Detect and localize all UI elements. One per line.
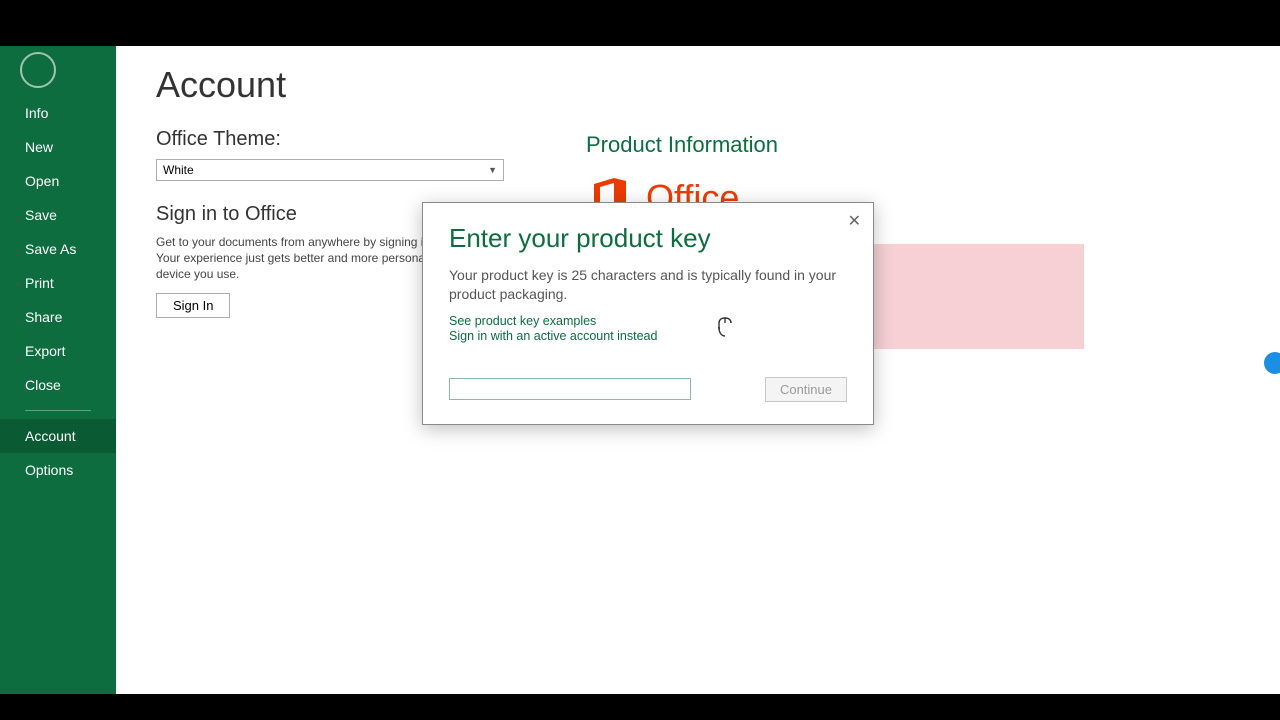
close-icon: ✕ [848, 213, 861, 230]
dialog-description: Your product key is 25 characters and is… [449, 266, 847, 304]
product-key-dialog: ✕ Enter your product key Your product ke… [422, 202, 874, 425]
continue-button[interactable]: Continue [765, 377, 847, 402]
dialog-title: Enter your product key [449, 223, 847, 254]
modal-overlay: ✕ Enter your product key Your product ke… [0, 0, 1280, 720]
close-button[interactable]: ✕ [848, 211, 861, 231]
product-key-input[interactable] [449, 378, 691, 400]
link-product-key-examples[interactable]: See product key examples [449, 314, 847, 328]
link-sign-in-instead[interactable]: Sign in with an active account instead [449, 329, 847, 343]
